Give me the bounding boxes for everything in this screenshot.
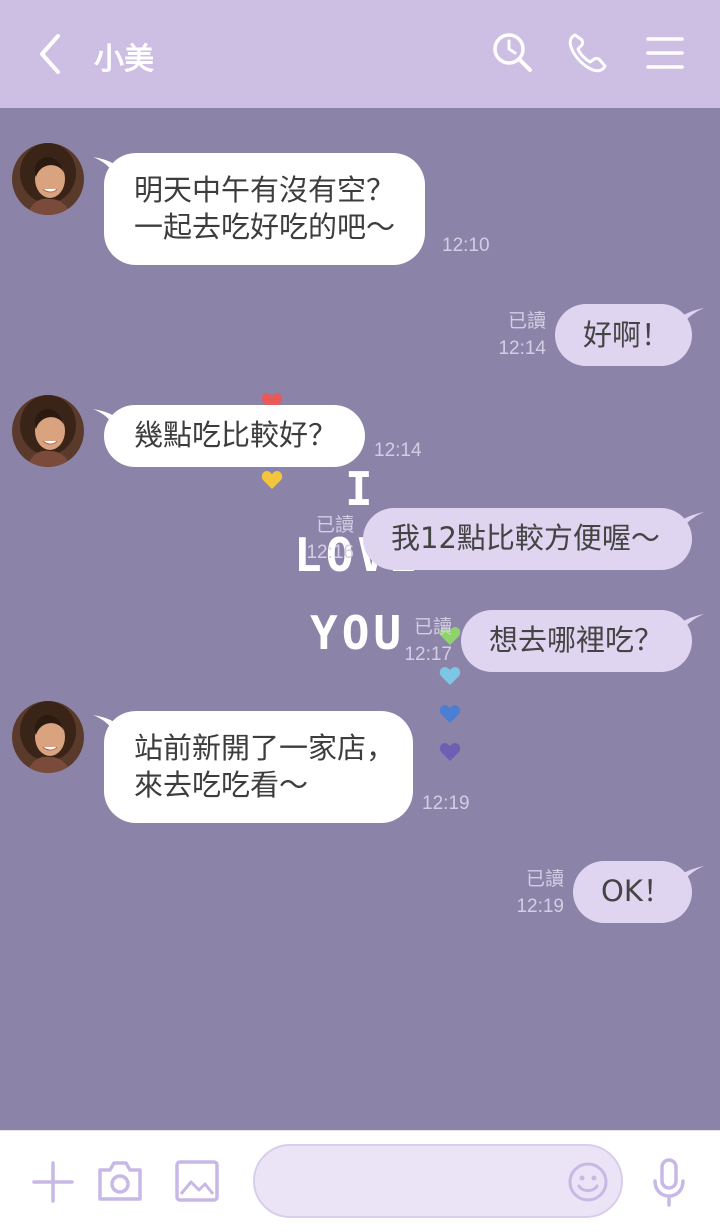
chat-area[interactable]: I LOVE YOU 明天中午有沒有空？ 一起去吃好吃的吧～ 12:10 已讀 … bbox=[0, 108, 720, 1130]
chat-header: 小美 bbox=[0, 0, 720, 108]
phone-icon[interactable] bbox=[565, 30, 611, 76]
emoji-icon[interactable] bbox=[567, 1161, 609, 1203]
message-line: 來去吃吃看～ bbox=[134, 768, 309, 802]
message-input[interactable] bbox=[253, 1144, 623, 1218]
message-time: 12:16 bbox=[306, 542, 354, 563]
message-input-bar bbox=[0, 1130, 720, 1232]
deco-text-i: I bbox=[345, 462, 373, 516]
deco-text-you: YOU bbox=[310, 606, 406, 660]
message-time: 12:17 bbox=[404, 644, 452, 665]
message-line: 站前新開了一家店， bbox=[134, 731, 396, 765]
read-receipt: 已讀 12:14 bbox=[490, 308, 546, 362]
read-receipt: 已讀 12:19 bbox=[508, 866, 564, 920]
message-time: 12:19 bbox=[516, 896, 564, 917]
purple-heart-icon bbox=[439, 743, 461, 761]
blue-heart-icon bbox=[439, 705, 461, 723]
lightblue-heart-icon bbox=[439, 667, 461, 685]
read-label: 已讀 bbox=[315, 514, 354, 536]
message-time: 12:14 bbox=[498, 338, 546, 359]
message-bubble-outgoing[interactable]: 好啊！ bbox=[555, 304, 692, 366]
image-icon[interactable] bbox=[174, 1159, 220, 1203]
contact-avatar[interactable] bbox=[12, 143, 84, 215]
contact-avatar[interactable] bbox=[12, 701, 84, 773]
microphone-icon[interactable] bbox=[650, 1157, 688, 1207]
search-clock-icon[interactable] bbox=[490, 30, 536, 76]
camera-icon[interactable] bbox=[96, 1158, 144, 1204]
read-label: 已讀 bbox=[525, 868, 564, 890]
message-bubble-incoming[interactable]: 幾點吃比較好？ bbox=[104, 405, 365, 467]
message-line: 一起去吃好吃的吧～ bbox=[134, 210, 396, 244]
message-time: 12:10 bbox=[442, 235, 490, 256]
message-time: 12:14 bbox=[374, 440, 422, 461]
message-time: 12:19 bbox=[422, 793, 470, 814]
message-line: 明天中午有沒有空？ bbox=[134, 173, 396, 207]
read-label: 已讀 bbox=[507, 310, 546, 332]
message-bubble-outgoing[interactable]: 我12點比較方便喔～ bbox=[363, 508, 692, 570]
message-bubble-outgoing[interactable]: 想去哪裡吃？ bbox=[461, 610, 692, 672]
chat-title: 小美 bbox=[94, 42, 154, 77]
read-label: 已讀 bbox=[413, 616, 452, 638]
contact-avatar[interactable] bbox=[12, 395, 84, 467]
plus-icon[interactable] bbox=[30, 1159, 76, 1205]
back-icon[interactable] bbox=[32, 30, 72, 78]
yellow-heart-icon bbox=[261, 471, 283, 489]
read-receipt: 已讀 12:16 bbox=[298, 512, 354, 566]
read-receipt: 已讀 12:17 bbox=[396, 614, 452, 668]
message-bubble-outgoing[interactable]: OK！ bbox=[573, 861, 692, 923]
message-bubble-incoming[interactable]: 明天中午有沒有空？ 一起去吃好吃的吧～ bbox=[104, 153, 426, 265]
menu-icon[interactable] bbox=[642, 30, 688, 76]
message-bubble-incoming[interactable]: 站前新開了一家店， 來去吃吃看～ bbox=[104, 711, 413, 823]
